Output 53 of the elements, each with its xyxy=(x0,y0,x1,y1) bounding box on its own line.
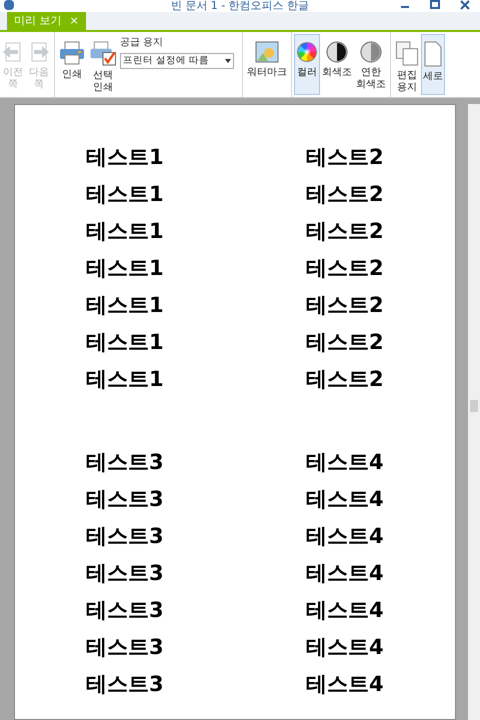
pages-icon xyxy=(395,41,419,66)
page-text: 테스트2 xyxy=(306,366,384,393)
printer-check-icon xyxy=(89,41,117,66)
page-text: 테스트3 xyxy=(86,596,165,624)
toolbar-button[interactable]: 컬러 xyxy=(294,34,320,95)
page-text: 테스트4 xyxy=(306,448,384,476)
toolbar-button[interactable]: 편집 용지 xyxy=(393,34,421,95)
page-text: 테스트3 xyxy=(86,448,165,476)
page-text: 테스트2 xyxy=(306,254,384,282)
page-text: 테스트2 xyxy=(306,180,384,208)
color-wheel-icon xyxy=(296,41,318,63)
toolbar-button[interactable]: 선택 인쇄 xyxy=(87,34,119,95)
app-icon xyxy=(4,0,14,10)
page-text: 테스트1 xyxy=(86,218,165,245)
picture-frame-icon xyxy=(255,41,279,63)
paper-source-label: 공급 용지 xyxy=(120,36,164,50)
page-text: 테스트1 xyxy=(86,292,165,319)
page-text: 테스트3 xyxy=(86,670,165,698)
page-text: 테스트3 xyxy=(86,522,165,550)
page-text: 테스트3 xyxy=(86,486,165,513)
toolbar-button[interactable]: 워터마크 xyxy=(245,34,289,95)
page-icon xyxy=(424,41,442,67)
page-text: 테스트2 xyxy=(306,218,384,245)
toolbar-button[interactable]: 회색조 xyxy=(320,34,354,95)
page-text: 테스트3 xyxy=(86,634,165,661)
paper-source-dropdown[interactable]: 프린터 설정에 따름 xyxy=(120,53,234,69)
page-text: 테스트1 xyxy=(86,180,165,208)
page-text: 테스트3 xyxy=(86,560,165,587)
page-text: 테스트1 xyxy=(86,366,165,393)
page-text: 테스트1 xyxy=(86,144,165,171)
page-text: 테스트2 xyxy=(306,328,384,356)
scrollbar[interactable] xyxy=(468,104,480,720)
scroll-thumb[interactable] xyxy=(470,400,478,412)
toolbar-button[interactable]: 세로 xyxy=(421,34,445,95)
page-text: 테스트4 xyxy=(306,634,384,661)
close-icon[interactable] xyxy=(460,0,470,10)
page-text: 테스트4 xyxy=(306,560,384,587)
page-text: 테스트2 xyxy=(306,144,384,171)
grayscale-circle-icon xyxy=(360,41,382,63)
maximize-icon[interactable] xyxy=(430,0,440,10)
caret-icon xyxy=(225,59,231,63)
page-text: 테스트4 xyxy=(306,522,384,550)
page-text: 테스트2 xyxy=(306,292,384,319)
toolbar-button[interactable]: 인쇄 xyxy=(57,34,87,95)
page-text: 테스트4 xyxy=(306,486,384,513)
toolbar-button[interactable]: 연한 회색조 xyxy=(354,34,388,95)
window-title: 빈 문서 1 - 한컴오피스 한글 xyxy=(170,0,310,12)
page-text: 테스트4 xyxy=(306,670,384,698)
grayscale-circle-icon xyxy=(326,41,348,63)
printer-icon xyxy=(59,41,85,65)
page-text: 테스트1 xyxy=(86,254,165,282)
page-text: 테스트4 xyxy=(306,596,384,624)
page-text: 테스트1 xyxy=(86,328,165,356)
